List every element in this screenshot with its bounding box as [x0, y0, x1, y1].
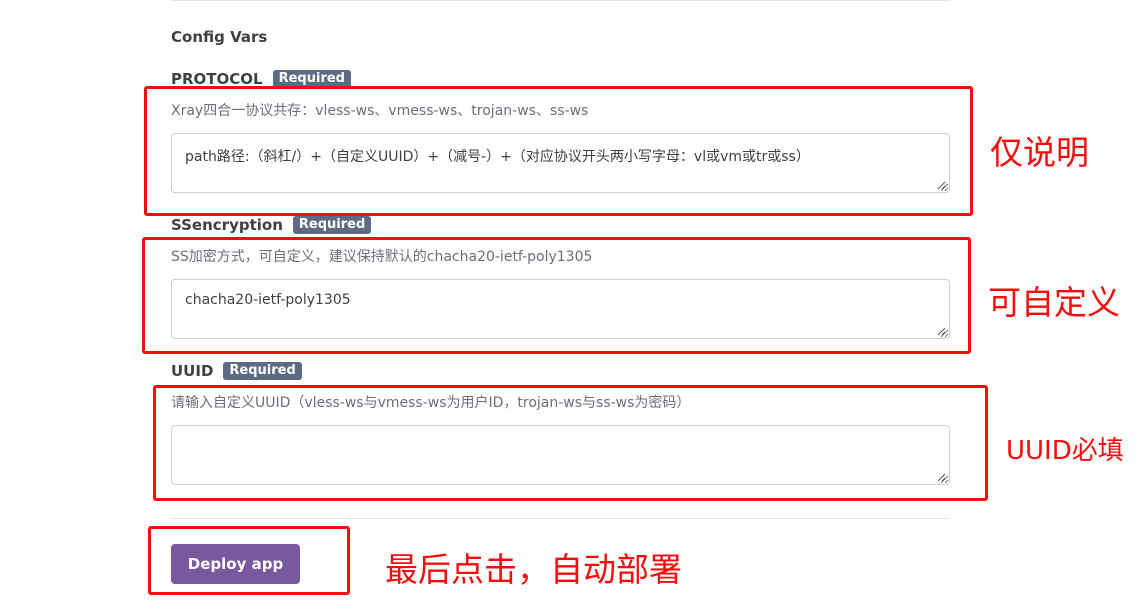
deploy-annotation: 最后点击，自动部署 [385, 550, 682, 589]
uuid-label-text: UUID [171, 362, 214, 380]
ssencryption-label: SSencryption Required [171, 216, 372, 234]
ssencryption-required-badge: Required [292, 216, 372, 234]
uuid-highlight-box [153, 385, 988, 501]
ssencryption-highlight-box [142, 237, 971, 354]
bottom-divider [171, 518, 950, 519]
uuid-annotation: UUID必填 [1006, 436, 1124, 466]
uuid-label: UUID Required [171, 362, 302, 380]
config-vars-title: Config Vars [171, 28, 268, 46]
protocol-highlight-box [144, 86, 973, 216]
top-divider [171, 0, 950, 1]
protocol-annotation: 仅说明 [990, 133, 1089, 172]
ssencryption-annotation: 可自定义 [988, 283, 1120, 322]
ssencryption-label-text: SSencryption [171, 216, 283, 234]
deploy-highlight-box [148, 526, 350, 595]
uuid-required-badge: Required [223, 362, 302, 380]
